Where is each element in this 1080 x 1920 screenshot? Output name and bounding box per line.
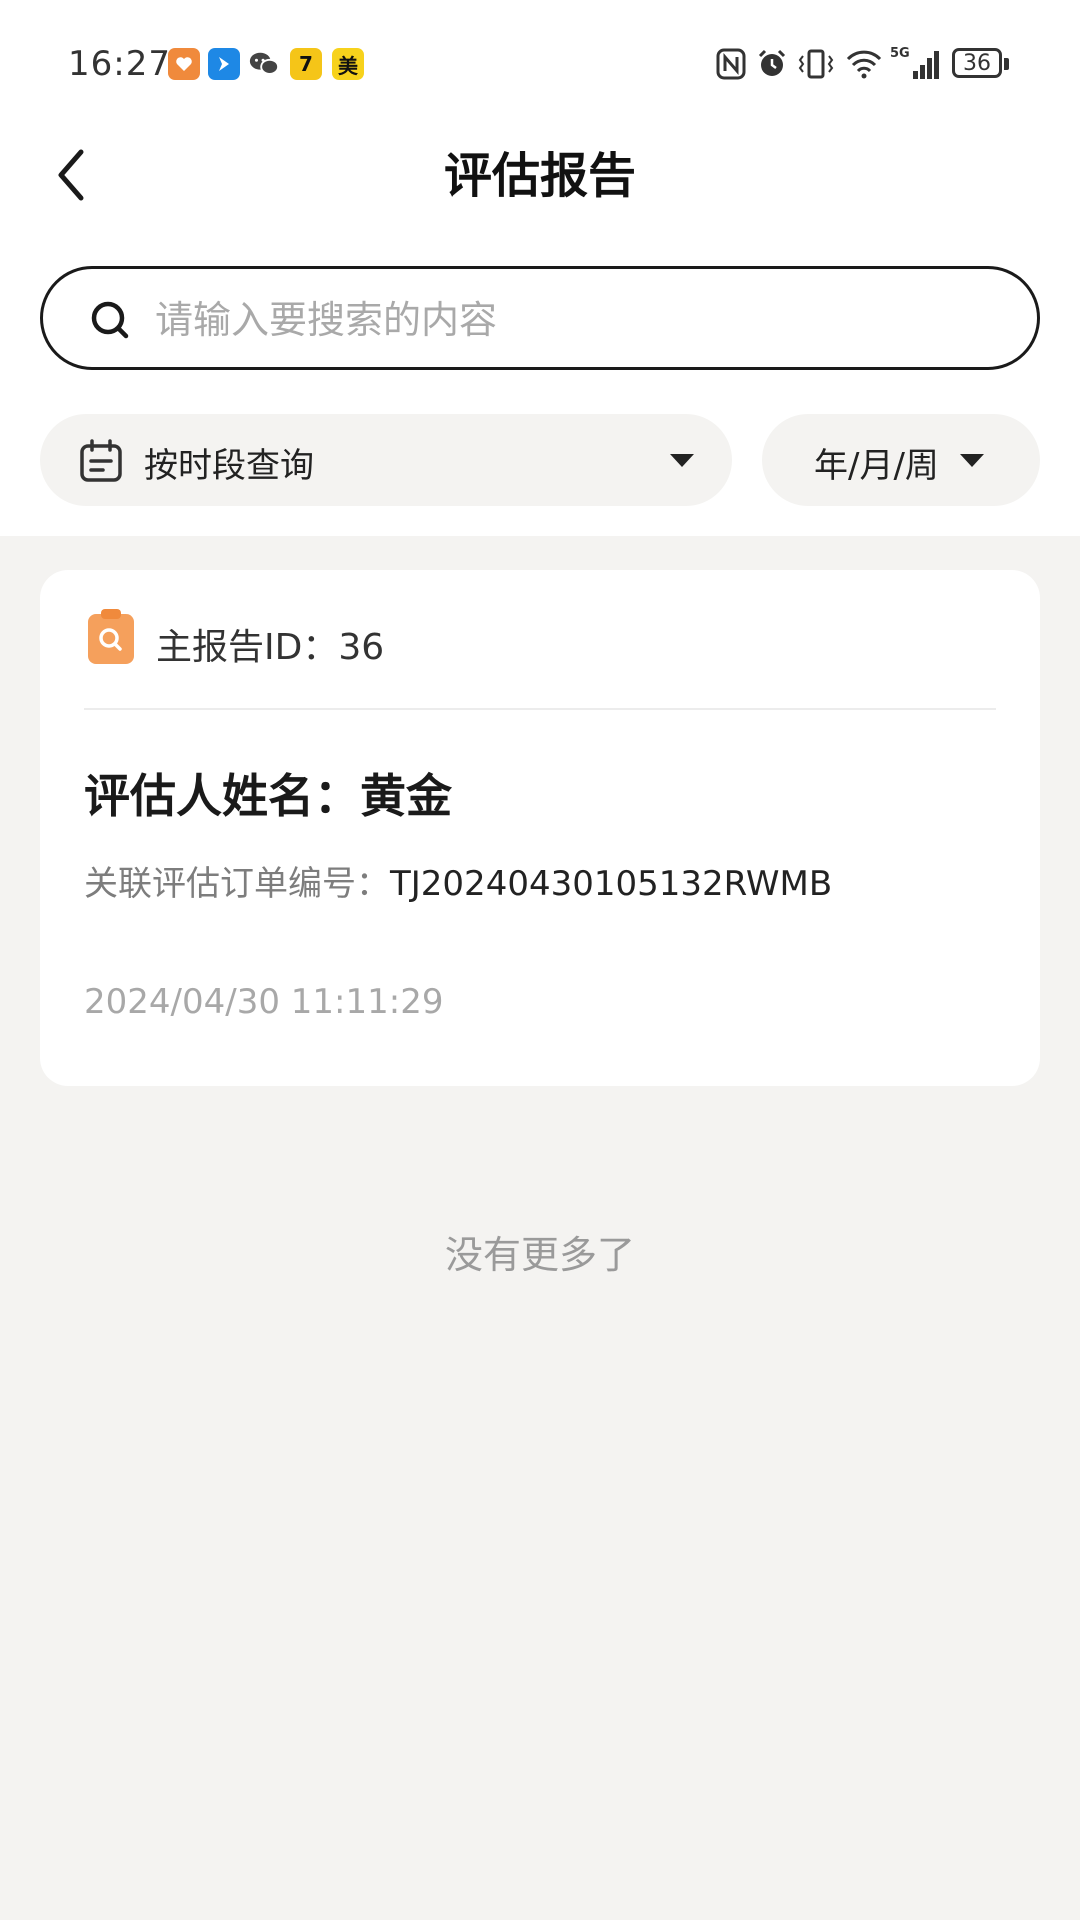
order-number-value: TJ20240430105132RWMB [390, 864, 833, 904]
report-id: 主报告ID：36 [156, 627, 385, 668]
date-range-filter[interactable]: 按时段查询 [40, 414, 732, 506]
meituan-icon: 美 [332, 48, 364, 80]
order-number-label: 关联评估订单编号： [84, 864, 390, 904]
calendar-icon [80, 439, 122, 482]
caret-down-icon [670, 454, 694, 467]
search-icon [91, 301, 129, 339]
list-end-text: 没有更多了 [444, 1233, 635, 1277]
nfc-icon [714, 46, 748, 82]
signal-5g-icon: 5G [888, 46, 944, 82]
divider [84, 708, 996, 710]
order-number-line: 关联评估订单编号：TJ20240430105132RWMB [84, 856, 832, 905]
wifi-icon [844, 46, 884, 82]
search-bar[interactable] [40, 266, 1040, 370]
page-title: 评估报告 [443, 148, 636, 204]
period-filter[interactable]: 年/月/周 [762, 414, 1040, 506]
period-label: 年/月/周 [814, 446, 939, 486]
arrow-app-icon [208, 48, 240, 80]
seven-app-icon: 7 [290, 48, 322, 80]
report-search-icon [88, 609, 134, 664]
report-card[interactable]: 主报告ID：36 评估人姓名：黄金 关联评估订单编号：TJ20240430105… [40, 570, 1040, 1086]
wechat-icon [248, 48, 280, 80]
alarm-icon [754, 46, 790, 82]
vibrate-icon [796, 46, 836, 82]
battery-tip [1004, 58, 1009, 70]
shield-badge-icon [168, 48, 200, 80]
status-time: 16:27 [68, 44, 171, 84]
date-range-label: 按时段查询 [144, 446, 314, 486]
battery-icon: 36 [952, 48, 1002, 78]
caret-down-icon [960, 454, 984, 467]
assessor-name: 评估人姓名：黄金 [84, 769, 452, 823]
status-bar: 16:27 7 美 5G 36 [0, 0, 1080, 130]
search-input[interactable] [153, 289, 997, 351]
report-timestamp: 2024/04/30 11:11:29 [84, 982, 444, 1022]
network-label: 5G [890, 46, 910, 61]
